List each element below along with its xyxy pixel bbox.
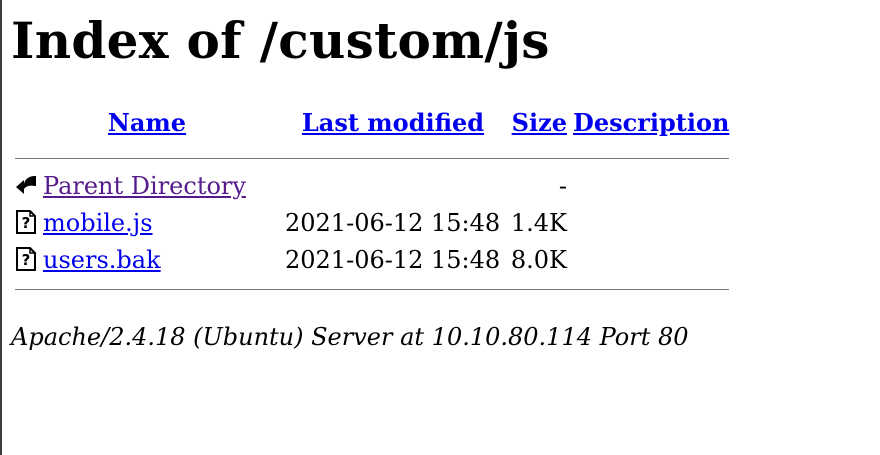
top-divider (15, 148, 730, 168)
server-signature: Apache/2.4.18 (Ubuntu) Server at 10.10.8… (11, 323, 689, 351)
back-arrow-icon (15, 173, 37, 197)
row-last-modified: 2021-06-12 15:48 (285, 209, 501, 237)
unknown-file-icon: ? (15, 210, 37, 234)
row-description (573, 242, 729, 279)
row-icon-cell: ? (15, 242, 37, 279)
bottom-divider (15, 279, 730, 299)
sort-by-size-link[interactable]: Size (512, 108, 567, 137)
row-description (573, 205, 729, 242)
row-icon-cell (15, 168, 37, 205)
svg-text:?: ? (22, 214, 31, 232)
file-link-users-bak[interactable]: users.bak (43, 246, 161, 274)
row-last-modified (285, 168, 501, 205)
unknown-file-icon: ? (15, 247, 37, 271)
top-divider-row (15, 148, 730, 168)
sort-by-last-modified-link[interactable]: Last modified (302, 108, 484, 137)
sort-by-name-link[interactable]: Name (108, 108, 186, 137)
row-description (573, 168, 729, 205)
table-row: ? users.bak 2021-06-12 15:48 8.0K (15, 242, 729, 279)
row-size: 8.0K (510, 246, 567, 274)
row-size: 1.4K (510, 209, 567, 237)
file-listing-table: Name Last modified Size Description Pare… (9, 104, 735, 299)
page-title: Index of /custom/js (11, 11, 550, 70)
sort-by-description-link[interactable]: Description (573, 108, 729, 137)
parent-directory-link[interactable]: Parent Directory (43, 172, 246, 200)
table-row: Parent Directory - (15, 168, 729, 205)
row-size: - (558, 172, 567, 200)
column-header-description: Description (573, 104, 729, 148)
column-header-name: Name (15, 104, 279, 148)
bottom-divider-row (15, 279, 730, 299)
table-header-row: Name Last modified Size Description (15, 104, 730, 148)
column-header-last-modified: Last modified (285, 104, 501, 148)
column-header-size: Size (507, 104, 567, 148)
file-link-mobile-js[interactable]: mobile.js (43, 209, 153, 237)
svg-text:?: ? (22, 251, 31, 269)
row-name-cell: users.bak (43, 242, 279, 279)
row-name-cell: Parent Directory (43, 168, 279, 205)
table-row: ? mobile.js 2021-06-12 15:48 1.4K (15, 205, 729, 242)
window-left-border (0, 0, 2, 455)
row-name-cell: mobile.js (43, 205, 279, 242)
row-last-modified: 2021-06-12 15:48 (285, 246, 501, 274)
row-icon-cell: ? (15, 205, 37, 242)
